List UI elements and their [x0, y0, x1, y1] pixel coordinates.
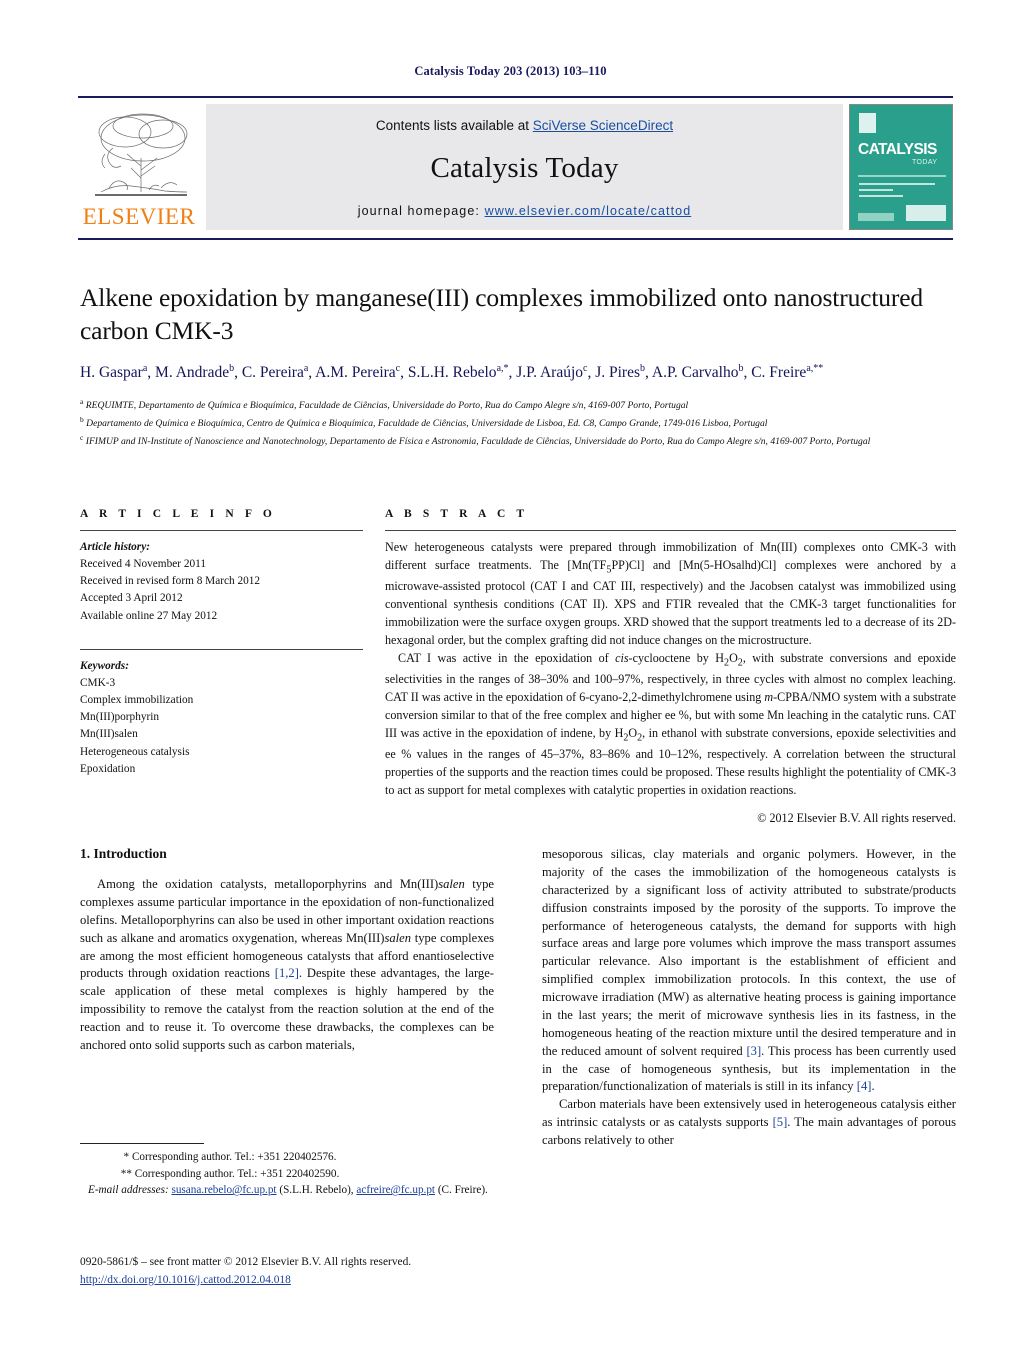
journal-title: Catalysis Today — [430, 152, 619, 184]
affiliation-list: a REQUIMTE, Departamento de Química e Bi… — [80, 396, 956, 450]
paragraph: mesoporous silicas, clay materials and o… — [542, 847, 956, 1094]
cover-title-text: CATALYSIS — [858, 141, 937, 158]
page-title: Alkene epoxidation by manganese(III) com… — [80, 283, 923, 345]
journal-band: Contents lists available at SciVerse Sci… — [206, 104, 843, 230]
abstract-body: New heterogeneous catalysts were prepare… — [385, 539, 956, 828]
issn-copyright-line: 0920-5861/$ – see front matter © 2012 El… — [80, 1256, 412, 1268]
contents-available-line: Contents lists available at SciVerse Sci… — [376, 118, 673, 133]
keyword-item: Epoxidation — [80, 762, 136, 775]
history-item: Accepted 3 April 2012 — [80, 592, 183, 605]
body-right-column: mesoporous silicas, clay materials and o… — [542, 846, 956, 1150]
abstract-paragraph-1: New heterogeneous catalysts were prepare… — [385, 540, 956, 647]
article-history-block: Article history: Received 4 November 201… — [80, 539, 363, 625]
email-link-rebelo[interactable]: susana.rebelo@fc.up.pt — [171, 1184, 276, 1196]
introduction-left-text: Among the oxidation catalysts, metallopo… — [80, 876, 494, 1055]
footnote-corresponding-1: * Corresponding author. Tel.: +351 22040… — [123, 1151, 337, 1163]
keyword-item: Complex immobilization — [80, 694, 194, 707]
introduction-right-text: mesoporous silicas, clay materials and o… — [542, 846, 956, 1150]
keyword-item: Mn(III)porphyrin — [80, 711, 160, 724]
info-abstract-region: A R T I C L E I N F O Article history: R… — [80, 508, 956, 828]
article-info-column: A R T I C L E I N F O Article history: R… — [80, 508, 363, 828]
footnote-emails: E-mail addresses: susana.rebelo@fc.up.pt… — [80, 1182, 494, 1199]
cover-subtitle-text: TODAY — [912, 159, 938, 166]
affiliation-c: c IFIMUP and IN-Institute of Nanoscience… — [80, 432, 956, 450]
affiliation-a: a REQUIMTE, Departamento de Química e Bi… — [80, 396, 956, 414]
contents-prefix-text: Contents lists available at — [375, 118, 533, 133]
email-owner-freire: (C. Freire). — [437, 1184, 488, 1197]
elsevier-logo: ELSEVIER — [78, 104, 200, 230]
email-addresses-label: E-mail addresses: — [88, 1184, 169, 1197]
elsevier-wordmark: ELSEVIER — [82, 204, 196, 229]
email-owner-rebelo: (S.L.H. Rebelo), — [279, 1184, 354, 1197]
homepage-label: journal homepage: — [357, 204, 485, 218]
keyword-item: CMK-3 — [80, 676, 116, 689]
body-columns: 1. Introduction Among the oxidation cata… — [80, 846, 956, 1150]
abstract-paragraph-2: CAT I was active in the epoxidation of c… — [385, 650, 957, 797]
author-list: H. Gaspara, M. Andradeb, C. Pereiraa, A.… — [80, 363, 824, 382]
body-left-column: 1. Introduction Among the oxidation cata… — [80, 846, 494, 1150]
cover-decor-line-3 — [859, 195, 903, 197]
history-item: Available online 27 May 2012 — [80, 609, 218, 622]
section-heading-introduction: 1. Introduction — [80, 846, 167, 861]
cover-decor-line-1 — [859, 183, 935, 185]
paragraph: Among the oxidation catalysts, metallopo… — [80, 877, 494, 1052]
imprint-block: 0920-5861/$ – see front matter © 2012 El… — [80, 1254, 540, 1289]
cover-decor-line-2 — [859, 189, 893, 191]
body-column-gap — [494, 846, 542, 1150]
keywords-rule — [80, 648, 363, 650]
history-item: Received 4 November 2011 — [80, 558, 207, 571]
email-link-freire[interactable]: acfreire@fc.up.pt — [356, 1184, 435, 1196]
keyword-item: Heterogeneous catalysis — [80, 745, 190, 758]
keyword-item: Mn(III)salen — [80, 728, 138, 741]
cover-decor-bar-1 — [858, 175, 946, 177]
journal-article-page: Catalysis Today 203 (2013) 103–110 ELSEV… — [0, 0, 1021, 1351]
abstract-column: A B S T R A C T New heterogeneous cataly… — [385, 508, 956, 828]
footnote-rule — [80, 1143, 204, 1144]
journal-homepage-link[interactable]: www.elsevier.com/locate/cattod — [485, 204, 692, 218]
affiliation-b: b Departamento de Química e Bioquímica, … — [80, 414, 956, 432]
cover-imprint-box — [906, 205, 946, 221]
affiliation-mark-a: a — [80, 396, 84, 406]
doi-link[interactable]: http://dx.doi.org/10.1016/j.cattod.2012.… — [80, 1274, 291, 1286]
elsevier-tree-icon — [83, 108, 195, 204]
running-head: Catalysis Today 203 (2013) 103–110 — [414, 64, 607, 78]
article-history-label: Article history: — [80, 541, 150, 553]
column-gap — [363, 508, 385, 828]
affiliation-b-text: Departamento de Química e Bioquímica, Ce… — [86, 418, 768, 430]
footnote-corresponding-2: ** Corresponding author. Tel.: +351 2204… — [120, 1167, 340, 1180]
affiliation-c-text: IFIMUP and IN-Institute of Nanoscience a… — [85, 436, 871, 448]
article-info-heading: A R T I C L E I N F O — [80, 508, 276, 520]
sciencedirect-link[interactable]: SciVerse ScienceDirect — [533, 118, 673, 133]
affiliation-mark-b: b — [80, 415, 84, 425]
abstract-rule — [385, 530, 956, 531]
cover-footer-line — [858, 213, 894, 221]
paragraph: Carbon materials have been extensively u… — [542, 1097, 956, 1147]
affiliation-a-text: REQUIMTE, Departamento de Química e Bioq… — [85, 400, 689, 412]
journal-masthead: ELSEVIER Contents lists available at Sci… — [78, 96, 953, 240]
keywords-label: Keywords: — [80, 659, 129, 672]
footnotes-block: * Corresponding author. Tel.: +351 22040… — [80, 1143, 494, 1199]
cover-elsevier-mark-icon — [859, 113, 876, 133]
keywords-block: Keywords: CMK-3 Complex immobilization M… — [80, 648, 363, 778]
journal-homepage-line: journal homepage: www.elsevier.com/locat… — [358, 204, 692, 218]
masthead-top-rule — [78, 96, 953, 98]
affiliation-mark-c: c — [80, 433, 84, 443]
masthead-bottom-rule — [78, 238, 953, 240]
abstract-copyright: © 2012 Elsevier B.V. All rights reserved… — [757, 810, 956, 825]
abstract-heading: A B S T R A C T — [385, 508, 529, 520]
history-item: Received in revised form 8 March 2012 — [80, 575, 261, 588]
journal-cover-thumbnail[interactable]: CATALYSIS TODAY — [849, 104, 953, 230]
title-block: Alkene epoxidation by manganese(III) com… — [80, 282, 956, 451]
article-info-rule — [80, 530, 363, 531]
